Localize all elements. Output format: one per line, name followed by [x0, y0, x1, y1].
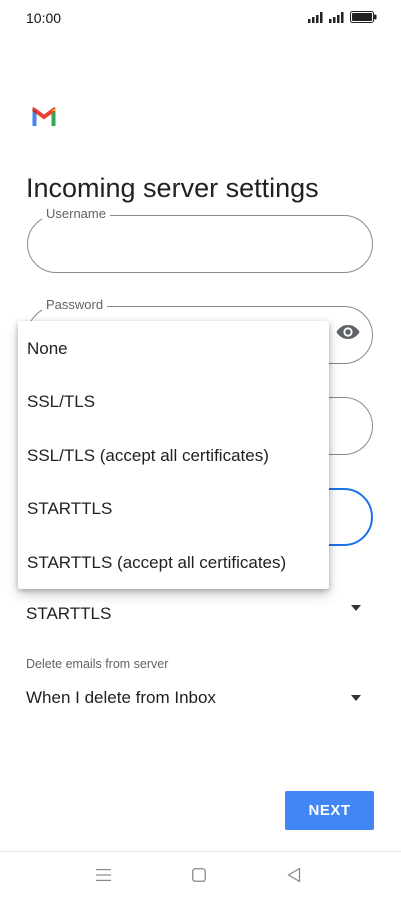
menu-item-starttls[interactable]: STARTTLS: [18, 482, 329, 535]
menu-item-ssl-tls[interactable]: SSL/TLS: [18, 375, 329, 428]
menu-item-ssl-tls-accept-all[interactable]: SSL/TLS (accept all certificates): [18, 429, 329, 482]
security-type-value: STARTTLS: [26, 604, 112, 623]
gmail-logo-icon: [32, 107, 56, 126]
password-label: Password: [42, 297, 108, 312]
chevron-down-icon[interactable]: [351, 605, 361, 611]
signal-icon: [329, 11, 344, 23]
signal-icon: [308, 11, 323, 23]
menu-item-starttls-accept-all[interactable]: STARTTLS (accept all certificates): [18, 536, 329, 589]
delete-emails-value: When I delete from Inbox: [26, 688, 216, 707]
menu-lines-icon[interactable]: [96, 868, 111, 882]
menu-item-none[interactable]: None: [18, 322, 329, 375]
delete-emails-label: Delete emails from server: [26, 657, 169, 671]
security-type-menu: None SSL/TLS SSL/TLS (accept all certifi…: [18, 321, 329, 589]
square-home-icon[interactable]: [192, 868, 206, 882]
triangle-back-icon[interactable]: [287, 867, 301, 883]
page-title: Incoming server settings: [26, 173, 319, 204]
status-time: 10:00: [26, 10, 62, 26]
status-icons: [308, 11, 377, 23]
next-button[interactable]: NEXT: [285, 791, 374, 830]
navigation-bar: [0, 852, 401, 900]
eye-icon[interactable]: [336, 324, 360, 340]
chevron-down-icon[interactable]: [351, 695, 361, 701]
username-field[interactable]: Username: [27, 206, 373, 273]
username-label: Username: [42, 206, 110, 221]
status-bar: 10:00: [0, 0, 401, 36]
battery-icon: [350, 11, 377, 23]
